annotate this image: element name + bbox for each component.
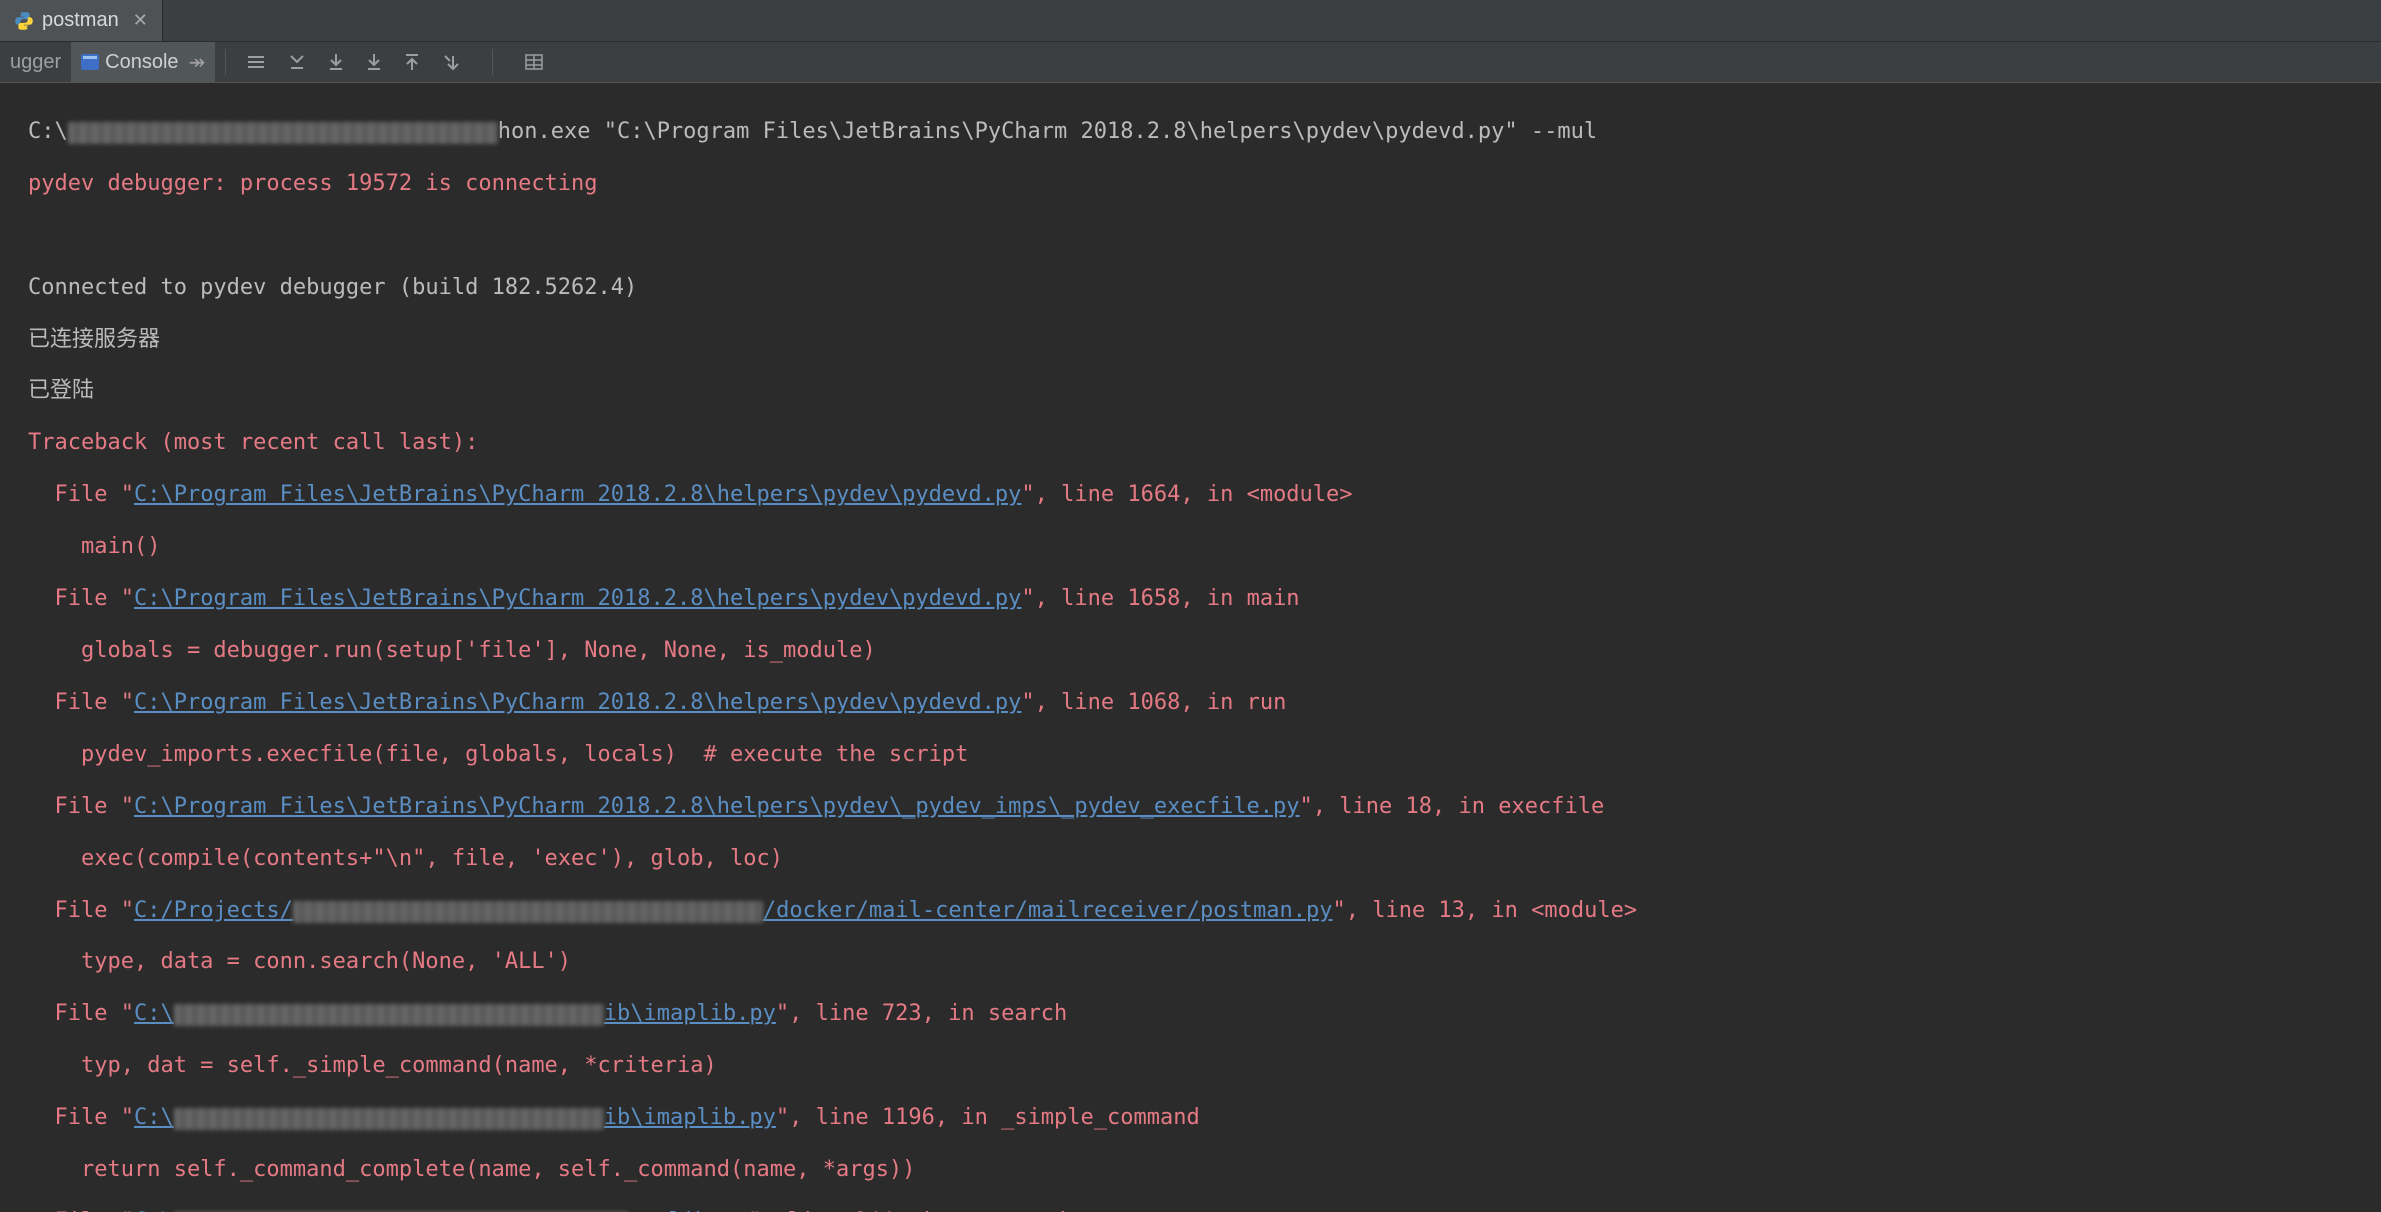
- console-line: 已连接服务器: [28, 327, 2381, 353]
- traceback-frame: File "C:\Program Files\JetBrains\PyCharm…: [28, 690, 2381, 716]
- python-file-icon: [14, 11, 34, 31]
- traceback-header: Traceback (most recent call last):: [28, 430, 2381, 456]
- traceback-code: globals = debugger.run(setup['file'], No…: [28, 638, 2381, 664]
- toolbar-separator: [225, 49, 226, 75]
- traceback-code: return self._command_complete(name, self…: [28, 1157, 2381, 1183]
- console-line: Connected to pydev debugger (build 182.5…: [28, 275, 2381, 301]
- console-line: 已登陆: [28, 378, 2381, 404]
- download-icon[interactable]: [328, 53, 344, 71]
- traceback-frame: File "C:/Projects//docker/mail-center/ma…: [28, 898, 2381, 924]
- soft-wrap-icon[interactable]: [246, 54, 266, 70]
- file-link[interactable]: C:/Projects//docker/mail-center/mailrece…: [134, 898, 1333, 923]
- traceback-frame: File "C:\Program Files\JetBrains\PyCharm…: [28, 482, 2381, 508]
- traceback-code: type, data = conn.search(None, 'ALL'): [28, 949, 2381, 975]
- traceback-frame: File "C:\Program Files\JetBrains\PyCharm…: [28, 794, 2381, 820]
- file-link[interactable]: C:\Program Files\JetBrains\PyCharm 2018.…: [134, 586, 1021, 611]
- console-line: [28, 223, 2381, 249]
- file-link[interactable]: C:\Program Files\JetBrains\PyCharm 2018.…: [134, 690, 1021, 715]
- traceback-frame: File "C:\ib\imaplib.py", line 723, in se…: [28, 1001, 2381, 1027]
- debug-toolbar: ugger Console ↠: [0, 42, 2381, 83]
- scroll-to-end-icon[interactable]: [288, 53, 306, 71]
- file-link[interactable]: C:\ib\imaplib.py: [134, 1001, 776, 1026]
- traceback-code: pydev_imports.execfile(file, globals, lo…: [28, 742, 2381, 768]
- step-into-icon[interactable]: [442, 53, 460, 71]
- upload-icon[interactable]: [404, 53, 420, 71]
- editor-tabbar: postman ✕: [0, 0, 2381, 42]
- tab-postman[interactable]: postman ✕: [0, 0, 163, 41]
- traceback-frame: File "C:\ib\imaplib.py", line 1196, in _…: [28, 1105, 2381, 1131]
- console-line: pydev debugger: process 19572 is connect…: [28, 171, 2381, 197]
- pin-icon[interactable]: ↠: [189, 50, 206, 75]
- file-link[interactable]: C:\Program Files\JetBrains\PyCharm 2018.…: [134, 482, 1021, 507]
- toolbar-separator: [492, 49, 493, 75]
- tab-debugger[interactable]: ugger: [0, 42, 71, 82]
- console-icon: [81, 54, 99, 70]
- file-link[interactable]: C:\ib\imaplib.py: [134, 1105, 776, 1130]
- traceback-code: typ, dat = self._simple_command(name, *c…: [28, 1053, 2381, 1079]
- tab-title: postman: [42, 9, 119, 32]
- console-output[interactable]: C:\hon.exe "C:\Program Files\JetBrains\P…: [0, 83, 2381, 1212]
- traceback-frame: File "C:\Program Files\JetBrains\PyCharm…: [28, 586, 2381, 612]
- table-icon[interactable]: [525, 54, 543, 70]
- tab-console[interactable]: Console ↠: [71, 42, 215, 82]
- download2-icon[interactable]: [366, 53, 382, 71]
- traceback-code: exec(compile(contents+"\n", file, 'exec'…: [28, 846, 2381, 872]
- close-icon[interactable]: ✕: [133, 10, 148, 31]
- traceback-code: main(): [28, 534, 2381, 560]
- console-line: C:\hon.exe "C:\Program Files\JetBrains\P…: [28, 119, 2381, 145]
- file-link[interactable]: C:\Program Files\JetBrains\PyCharm 2018.…: [134, 794, 1300, 819]
